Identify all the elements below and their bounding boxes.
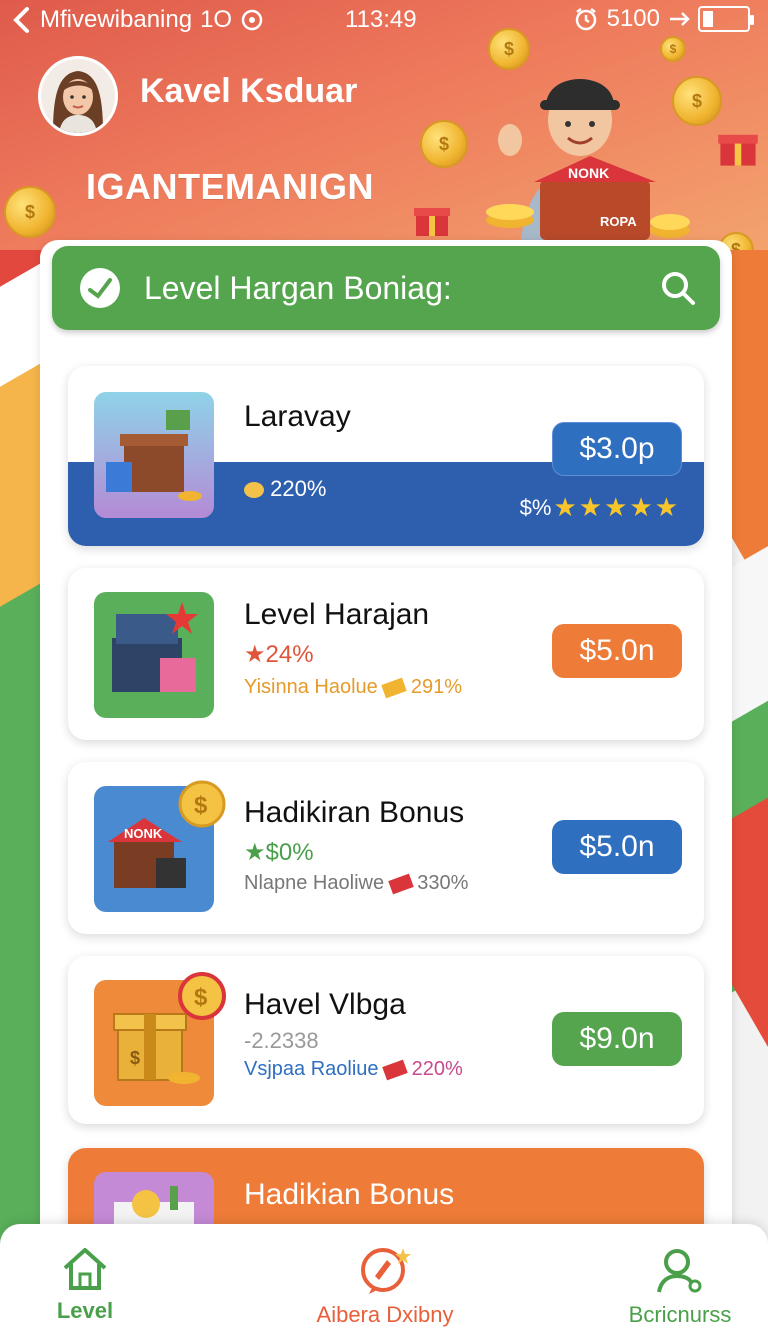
offer-card[interactable]: Laravay 220% $3.0p $% ★ ★ ★ ★ ★ — [68, 366, 704, 546]
svg-text:ROPA: ROPA — [600, 214, 637, 229]
star-icon: ★ — [244, 839, 266, 866]
rating: $% ★ ★ ★ ★ ★ — [519, 492, 678, 522]
user-search-icon — [657, 1249, 702, 1293]
offer-thumbnail: $ $ — [94, 972, 226, 1106]
price-button[interactable]: $3.0p — [552, 422, 682, 476]
offer-rating-percent: ★24% — [244, 641, 314, 668]
svg-text:$: $ — [194, 792, 208, 819]
offer-value: -2.2338 — [244, 1028, 319, 1053]
nav-label: Aibera Dxibny — [316, 1302, 454, 1327]
airplane-icon — [670, 12, 690, 26]
star-icon: ★ — [604, 492, 628, 522]
svg-text:NONK: NONK — [124, 826, 163, 841]
coin-icon: $ — [420, 120, 468, 168]
offer-detail: Yisinna Haolue 291% — [244, 676, 463, 699]
clock: 113:49 — [345, 6, 417, 33]
avatar[interactable] — [38, 56, 118, 136]
nav-label: Bcricnurss — [628, 1302, 732, 1327]
star-icon: ★ — [553, 492, 577, 522]
search-bar[interactable]: Level Hargan Boniag: — [52, 246, 720, 330]
battery-icon — [698, 6, 754, 32]
svg-text:$: $ — [130, 1048, 140, 1068]
nav-label: Level — [56, 1298, 114, 1323]
bottom-nav: Level Aibera Dxibny Bcricnurss — [0, 1224, 768, 1344]
offer-thumbnail: NONK $ — [94, 780, 226, 912]
gift-icon — [718, 134, 758, 166]
check-icon — [80, 268, 120, 308]
offer-thumbnail — [94, 392, 214, 518]
nav-bcricnurss[interactable]: Bcricnurss — [620, 1246, 740, 1328]
star-icon: ★ — [654, 492, 678, 522]
gift-icon — [414, 208, 450, 236]
star-icon: ★ — [629, 492, 653, 522]
alarm-text: 5100 — [606, 5, 660, 32]
offer-title: Hadikiran Bonus — [244, 796, 465, 829]
search-title: Level Hargan Boniag: — [144, 270, 452, 306]
offer-coin-percent: 220% — [244, 476, 326, 502]
price-button[interactable]: $9.0n — [552, 1012, 682, 1066]
status-bar: Mfivewibaning 1O 113:49 5100 — [0, 0, 768, 40]
alarm-icon — [575, 8, 596, 31]
header: Mfivewibaning 1O 113:49 5100 Kavel Ksdua… — [0, 0, 768, 250]
profile-name: Kavel Ksduar — [140, 72, 358, 110]
mascot-illustration: NONK ROPA — [486, 79, 690, 250]
offer-title: Hadikian Bonus — [244, 1178, 455, 1211]
chat-badge-icon — [361, 1248, 411, 1294]
carrier-text: Mfivewibaning — [40, 6, 193, 33]
offer-detail: Nlapne Haoliwe 330% — [244, 872, 469, 895]
offer-title: Laravay — [244, 400, 351, 433]
svg-text:$: $ — [194, 984, 208, 1011]
star-icon: ★ — [244, 641, 266, 668]
price-button[interactable]: $5.0n — [552, 624, 682, 678]
svg-text:NONK: NONK — [568, 165, 609, 181]
ticket-icon — [381, 677, 408, 699]
offer-rating-percent: ★$0% — [244, 839, 314, 866]
offer-title: Level Harajan — [244, 598, 430, 631]
back-icon[interactable] — [10, 6, 32, 34]
brand-title: IGANTEMANIGN — [86, 166, 374, 207]
coin-icon — [244, 482, 264, 499]
star-icon: ★ — [578, 492, 603, 522]
offer-card[interactable]: NONK $ Hadikiran Bonus ★$0% Nlapne Haoli… — [68, 762, 704, 934]
offer-card[interactable]: $ $ Havel Vlbga -2.2338 Vsjpaa Raoliue 2… — [68, 956, 704, 1124]
offer-detail: Vsjpaa Raoliue 220% — [244, 1058, 463, 1081]
offer-card[interactable]: Level Harajan ★24% Yisinna Haolue 291% $… — [68, 568, 704, 740]
coin-icon: $ — [4, 186, 56, 238]
offer-title: Havel Vlbga — [244, 988, 406, 1021]
offer-thumbnail — [94, 592, 214, 718]
nav-aibera[interactable]: Aibera Dxibny — [300, 1246, 470, 1328]
signal-text: 1O — [200, 6, 233, 33]
ticket-icon — [387, 873, 414, 895]
search-icon[interactable] — [658, 268, 698, 308]
price-button[interactable]: $5.0n — [552, 820, 682, 874]
radio-icon — [241, 9, 263, 31]
nav-level[interactable]: Level — [40, 1246, 130, 1324]
home-icon — [63, 1248, 107, 1290]
ticket-icon — [382, 1059, 408, 1081]
